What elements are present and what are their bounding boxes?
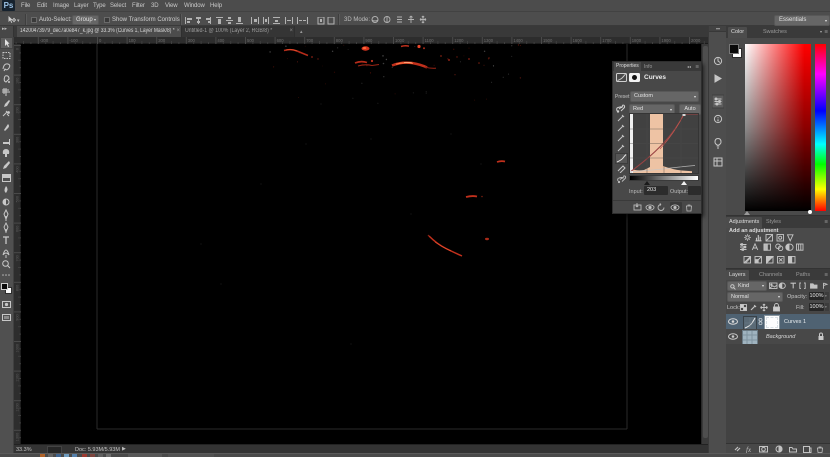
svg-text:-100: -100 [69, 38, 78, 43]
svg-text:500: 500 [16, 196, 20, 202]
svg-text:1300: 1300 [484, 38, 494, 43]
svg-text:1500: 1500 [543, 38, 553, 43]
svg-text:2000: 2000 [691, 38, 701, 43]
svg-text:100: 100 [129, 38, 137, 43]
svg-text:1800: 1800 [632, 38, 642, 43]
svg-text:600: 600 [277, 38, 285, 43]
svg-text:0: 0 [16, 48, 20, 50]
svg-text:800: 800 [16, 285, 20, 291]
svg-text:700: 700 [16, 255, 20, 261]
svg-text:1400: 1400 [513, 38, 523, 43]
svg-text:1100: 1100 [16, 374, 20, 382]
svg-text:fx: fx [746, 446, 752, 453]
svg-text:-200: -200 [40, 38, 49, 43]
svg-text:200: 200 [16, 107, 20, 113]
svg-text:500: 500 [247, 38, 255, 43]
svg-text:1300: 1300 [16, 433, 20, 441]
svg-text:300: 300 [16, 137, 20, 143]
svg-text:1200: 1200 [454, 38, 464, 43]
svg-text:700: 700 [306, 38, 314, 43]
svg-text:800: 800 [336, 38, 344, 43]
svg-text:1000: 1000 [16, 344, 20, 352]
svg-text:0: 0 [99, 38, 102, 43]
svg-text:900: 900 [365, 38, 373, 43]
svg-text:1000: 1000 [395, 38, 405, 43]
svg-text:1200: 1200 [16, 403, 20, 411]
svg-text:400: 400 [16, 166, 20, 172]
svg-text:200: 200 [158, 38, 166, 43]
svg-text:300: 300 [188, 38, 196, 43]
svg-text:1700: 1700 [602, 38, 612, 43]
svg-text:1100: 1100 [425, 38, 435, 43]
svg-text:1900: 1900 [661, 38, 671, 43]
svg-text:600: 600 [16, 226, 20, 232]
svg-text:1600: 1600 [573, 38, 583, 43]
svg-text:100: 100 [16, 78, 20, 84]
svg-text:400: 400 [217, 38, 225, 43]
svg-text:900: 900 [16, 314, 20, 320]
